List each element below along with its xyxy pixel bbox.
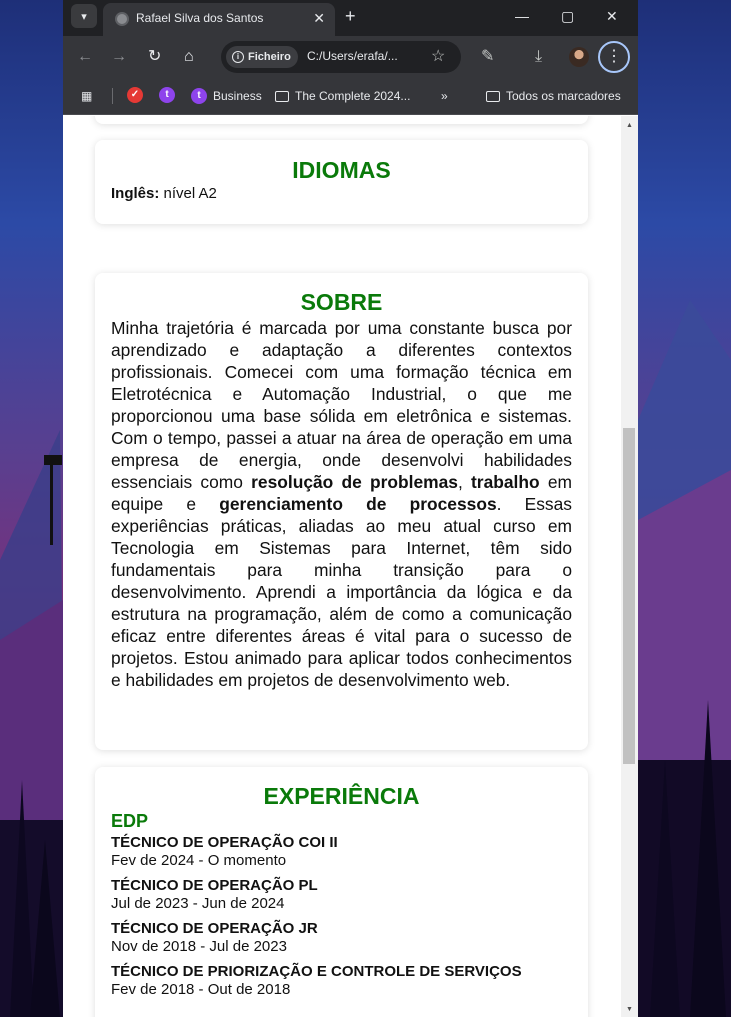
bookmarks-overflow-button[interactable]: » [441,87,448,105]
all-bookmarks-label: Todos os marcadores [506,89,621,103]
about-card: SOBRE Minha trajetória é marcada por uma… [95,273,588,750]
job-period: Nov de 2018 - Jul de 2023 [111,938,287,955]
extensions-puzzle-icon[interactable]: ✎ [481,47,494,67]
site-info-chip[interactable]: i Ficheiro [226,46,298,68]
languages-heading: IDIOMAS [292,157,391,183]
bookmark-twitch[interactable]: t [159,87,175,103]
reload-icon[interactable]: ↻ [148,47,161,67]
home-icon[interactable]: ⌂ [184,47,194,67]
job-title: TÉCNICO DE OPERAÇÃO JR [111,920,318,937]
bookmark-label: The Complete 2024... [295,89,411,103]
folder-icon [486,90,500,102]
job-title: TÉCNICO DE OPERAÇÃO PL [111,877,318,894]
languages-card: IDIOMAS Inglês: nível A2 [95,140,588,224]
twitch-icon: t [159,87,175,103]
check-circle-icon: ✓ [127,87,143,103]
job-period: Fev de 2024 - O momento [111,852,287,869]
site-info-label: Ficheiro [248,51,291,63]
folder-icon [275,90,289,102]
bookmark-star-icon[interactable]: ☆ [431,48,445,66]
language-level: nível A2 [159,185,217,202]
about-highlight: trabalho [471,472,540,492]
twitch-icon: t [191,88,207,104]
forward-arrow-icon[interactable]: → [111,47,127,67]
download-icon[interactable]: ⤓ [535,47,542,67]
about-heading: SOBRE [300,289,383,315]
company-name: EDP [111,811,149,831]
about-text-part: . Essas experiências práticas, aliadas a… [111,494,572,690]
job-period: Fev de 2018 - Out de 2018 [111,981,291,998]
about-text-part: , [457,472,472,492]
url-text[interactable]: C:/Users/erafa/... [307,49,398,63]
job-title: TÉCNICO DE PRIORIZAÇÃO E CONTROLE DE SER… [111,963,522,980]
back-arrow-icon[interactable]: ← [77,47,93,67]
vertical-scrollbar[interactable]: ▲ ▼ [621,116,638,1017]
experience-heading: EXPERIÊNCIA [263,783,420,809]
scrollbar-thumb[interactable] [623,428,635,764]
job-entry: TÉCNICO DE OPERAÇÃO COI II Fev de 2024 -… [111,834,572,869]
profile-avatar[interactable] [569,47,589,67]
more-menu-icon[interactable]: ⋮ [598,41,630,73]
chevron-down-icon: ▾ [81,10,87,23]
language-item: Inglês: nível A2 [111,185,572,203]
navigation-toolbar: ← → ↻ ⌂ i Ficheiro C:/Users/erafa/... ☆ … [63,36,638,78]
title-bar: ▾ Rafael Silva dos Santos ✕ + — ▢ ✕ [63,0,638,36]
active-tab[interactable]: Rafael Silva dos Santos ✕ [103,3,335,36]
tab-search-button[interactable]: ▾ [71,4,97,28]
about-highlight: gerenciamento de processos [219,494,497,514]
job-entry: TÉCNICO DE OPERAÇÃO PL Jul de 2023 - Jun… [111,877,572,912]
maximize-icon[interactable]: ▢ [561,7,574,25]
bookmark-label: Business [213,89,262,103]
all-bookmarks-folder[interactable]: Todos os marcadores [486,87,621,105]
language-name: Inglês: [111,185,160,202]
bookmarks-divider [112,88,113,104]
info-icon: i [232,51,244,63]
tab-close-button[interactable]: ✕ [313,9,325,27]
page-viewport: IDIOMAS Inglês: nível A2 SOBRE Minha tra… [63,116,621,1017]
tab-title: Rafael Silva dos Santos [136,11,264,25]
about-text-part: Minha trajetória é marcada por uma const… [111,318,572,492]
scroll-up-arrow-icon[interactable]: ▲ [626,122,633,129]
scroll-down-arrow-icon[interactable]: ▼ [626,1006,633,1013]
about-highlight: resolução de problemas [251,472,458,492]
job-entry: TÉCNICO DE OPERAÇÃO JR Nov de 2018 - Jul… [111,920,572,955]
previous-section-card [95,116,588,124]
bookmarks-bar: ▦ ✓ t t Business The Complete 2024... » T… [63,78,638,115]
job-period: Jul de 2023 - Jun de 2024 [111,895,285,912]
job-entry: TÉCNICO DE PRIORIZAÇÃO E CONTROLE DE SER… [111,963,572,998]
minimize-icon[interactable]: — [515,7,529,25]
bookmark-business[interactable]: t Business [191,87,262,105]
globe-icon [115,12,129,26]
apps-grid-icon[interactable]: ▦ [81,87,92,105]
browser-window: ▾ Rafael Silva dos Santos ✕ + — ▢ ✕ ← → … [63,0,638,1017]
bookmark-check[interactable]: ✓ [127,87,143,103]
address-bar[interactable]: i Ficheiro C:/Users/erafa/... [221,41,461,73]
job-title: TÉCNICO DE OPERAÇÃO COI II [111,834,338,851]
about-text: Minha trajetória é marcada por uma const… [111,317,572,691]
new-tab-button[interactable]: + [345,6,356,26]
experience-card: EXPERIÊNCIA EDP TÉCNICO DE OPERAÇÃO COI … [95,767,588,1017]
close-window-icon[interactable]: ✕ [606,7,618,25]
bookmark-folder-complete[interactable]: The Complete 2024... [275,87,410,105]
